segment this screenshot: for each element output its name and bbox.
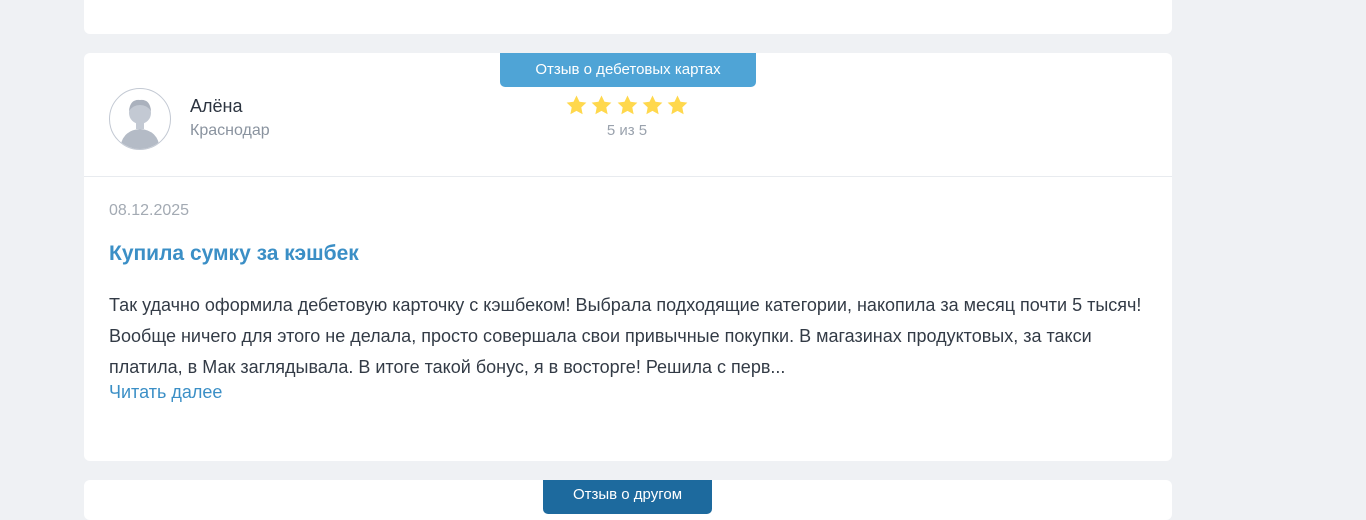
divider — [84, 176, 1172, 177]
user-avatar-icon — [109, 88, 171, 150]
author-name: Алёна — [190, 96, 243, 116]
review-title[interactable]: Купила сумку за кэшбек — [109, 242, 359, 266]
next-review-card: Отзыв о другом — [84, 480, 1172, 520]
star-icon — [566, 95, 587, 115]
review-card: Отзыв о дебетовых картах Алёна Краснодар… — [84, 53, 1172, 461]
rating-text: 5 из 5 — [606, 122, 648, 139]
review-text: Так удачно оформила дебетовую карточку с… — [109, 295, 1142, 377]
review-category-tag[interactable]: Отзыв о дебетовых картах — [500, 53, 756, 87]
review-category-tag[interactable]: Отзыв о другом — [543, 480, 712, 514]
author-city: Краснодар — [190, 122, 270, 139]
star-icon — [617, 95, 637, 115]
rating-stars — [565, 94, 689, 118]
star-icon — [667, 95, 688, 115]
star-icon — [591, 95, 612, 115]
read-more-link[interactable]: Читать далее — [109, 382, 222, 403]
review-date: 08.12.2025 — [109, 202, 190, 219]
star-icon — [642, 95, 663, 115]
previous-review-card — [84, 0, 1172, 34]
